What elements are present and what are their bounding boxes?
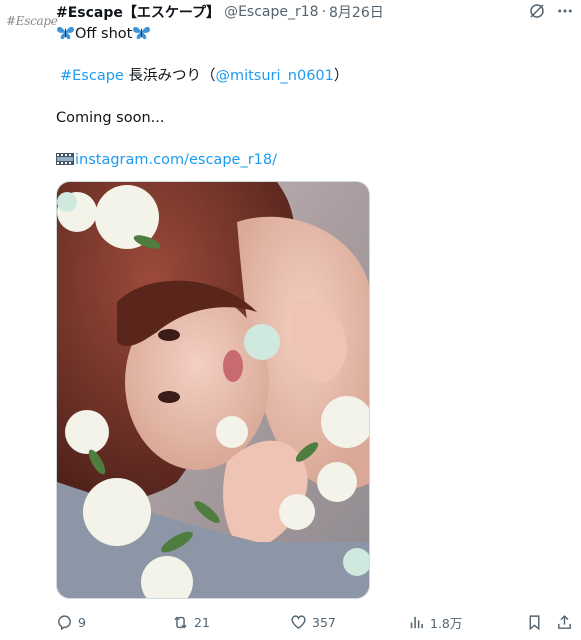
views-button[interactable]: 1.8万 — [408, 612, 462, 632]
avatar[interactable]: #Escape — [6, 6, 58, 36]
repost-button[interactable]: 21 — [172, 612, 210, 632]
model-name-text: 長浜みつり（ — [123, 68, 216, 84]
off-shot-text: Off shot — [75, 26, 133, 42]
more-icon[interactable] — [556, 2, 574, 20]
reply-button[interactable]: 9 — [56, 612, 86, 632]
photo-illustration — [57, 182, 369, 598]
butterfly-emoji-icon — [133, 26, 151, 40]
share-icon — [558, 614, 571, 629]
like-count: 357 — [312, 614, 336, 630]
post-photo[interactable] — [56, 181, 370, 599]
bookmark-button[interactable] — [526, 612, 548, 632]
grok-icon[interactable] — [528, 2, 546, 20]
repost-icon — [174, 616, 187, 628]
views-icon — [410, 616, 423, 628]
user-handle[interactable]: @Escape_r18 — [224, 4, 319, 20]
separator-dot: · — [321, 4, 327, 20]
views-count: 1.8万 — [430, 615, 463, 631]
reply-count: 9 — [78, 614, 86, 630]
instagram-link[interactable]: instagram.com/escape_r18/ — [75, 152, 277, 168]
post-header: #Escape【エスケープ】 @Escape_r18 · 8月26日 — [56, 2, 384, 22]
like-button[interactable]: 357 — [290, 612, 336, 632]
post-date[interactable]: 8月26日 — [329, 2, 384, 22]
share-button[interactable] — [556, 612, 578, 632]
bookmark-icon — [529, 614, 540, 630]
display-name[interactable]: #Escape【エスケープ】 — [56, 2, 220, 22]
post-line-credit: #Escape 長浜みつり（@mitsuri_n0601） — [56, 66, 348, 86]
post-line-link: instagram.com/escape_r18/ — [56, 150, 277, 170]
repost-count: 21 — [194, 614, 210, 630]
like-icon — [291, 614, 306, 629]
reply-icon — [58, 614, 71, 630]
close-paren-text: ） — [333, 68, 349, 84]
coming-soon-text: Coming soon... — [56, 110, 165, 126]
action-bar: 9 21 357 1.8万 — [56, 612, 576, 632]
butterfly-emoji-icon — [57, 26, 74, 40]
hashtag-link[interactable]: #Escape — [60, 68, 124, 84]
film-frames-emoji-icon — [56, 153, 74, 165]
mention-link[interactable]: @mitsuri_n0601 — [215, 68, 333, 84]
post-line-off-shot: Off shot — [56, 24, 151, 44]
